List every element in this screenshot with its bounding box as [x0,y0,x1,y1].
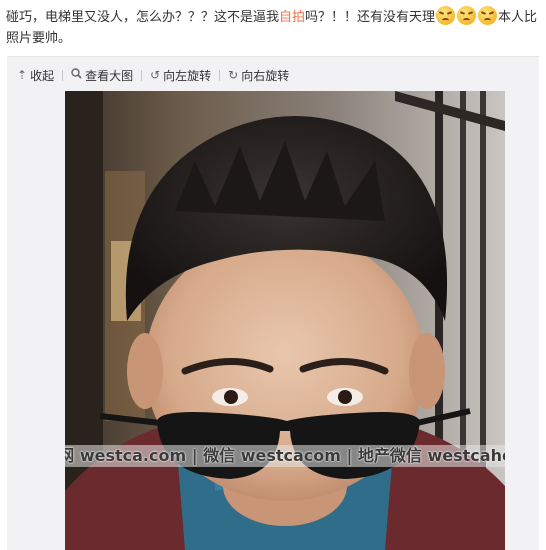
angry-face-icon [478,6,498,25]
view-large-label: 查看大图 [85,68,134,83]
arrow-up-icon: ⇡ [17,68,28,82]
collapse-label: 收起 [30,68,55,83]
post-text-after: 吗？！！还有没有天理 [305,10,436,25]
post-text: 碰巧，电梯里又没人，怎么办？？？这不是逼我自拍吗？！！还有没有天理 本人比照片要帅… [6,6,546,49]
media-box: ⇡ 收起 查看大图 ↺ 向左旋转 ↻ 向右旋转 网 westca.com | 微… [7,56,539,550]
rotate-right-button[interactable]: ↻ 向右旋转 [228,67,289,84]
rotate-left-icon: ↺ [150,68,161,82]
collapse-button[interactable]: ⇡ 收起 [17,67,54,84]
view-large-button[interactable]: 查看大图 [71,67,133,84]
toolbar-divider [141,69,143,81]
toolbar-divider [219,69,221,81]
photo-illustration [65,91,505,550]
rotate-right-label: 向右旋转 [241,68,290,83]
search-icon [71,68,82,82]
watermark: 加西网 westca.com | 微信 westcacom | 地产微信 wes… [65,445,505,467]
post-text-before: 碰巧，电梯里又没人，怎么办？？？这不是逼我 [6,10,280,25]
angry-face-icon [457,6,477,25]
rotate-right-icon: ↻ [228,68,239,82]
rotate-left-button[interactable]: ↺ 向左旋转 [150,67,211,84]
selfie-photo[interactable]: 加西网 westca.com | 微信 westcacom | 地产微信 wes… [65,91,505,550]
image-toolbar: ⇡ 收起 查看大图 ↺ 向左旋转 ↻ 向右旋转 [17,67,289,83]
rotate-left-label: 向左旋转 [163,68,212,83]
angry-face-icon [436,6,456,25]
toolbar-divider [62,69,64,81]
topic-link[interactable]: 自拍 [279,10,305,25]
